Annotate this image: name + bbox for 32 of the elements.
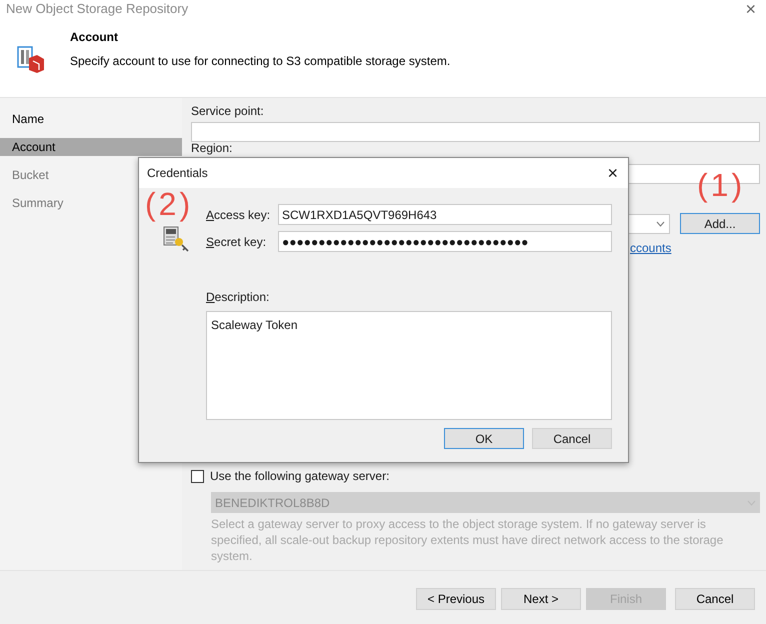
- annotation-label: (2): [145, 188, 194, 220]
- manage-accounts-link[interactable]: ccounts: [630, 241, 672, 255]
- page-description: Specify account to use for connecting to S3 compatible storage system.: [70, 53, 450, 70]
- key-card-icon: [163, 226, 189, 252]
- access-key-field[interactable]: SCW1RXD1A5QVT969H643: [278, 204, 612, 225]
- gateway-checkbox[interactable]: [191, 470, 204, 482]
- window-title: New Object Storage Repository: [6, 0, 188, 18]
- close-icon[interactable]: ×: [607, 164, 618, 182]
- storage-repository-icon: [17, 46, 45, 74]
- field-label: Description:: [206, 289, 270, 306]
- wizard-step[interactable]: Name: [0, 110, 182, 128]
- service-point-field[interactable]: [191, 122, 760, 142]
- dialog-button[interactable]: OK: [444, 428, 524, 449]
- description-field[interactable]: Scaleway Token: [206, 311, 612, 420]
- field-label: Region:: [191, 142, 234, 155]
- dialog-button[interactable]: Cancel: [532, 428, 612, 449]
- page-title: Account: [70, 29, 119, 46]
- dialog-title: Credentials: [147, 165, 208, 182]
- checkbox-label: Use the following gateway server:: [210, 468, 390, 485]
- annotation-label: (1): [697, 169, 746, 201]
- wizard-step[interactable]: Account: [0, 138, 182, 156]
- field-label: Secret key:: [206, 234, 268, 250]
- gateway-hint: Select a gateway server to proxy access to the object storage system. If no gateway server is specified, all scale-out backup repository extents must have direct network access to the storage system.: [211, 516, 724, 564]
- add-button[interactable]: Add...: [680, 213, 760, 234]
- field-label: Service point:: [191, 104, 265, 118]
- wizard-button[interactable]: < Previous: [416, 588, 496, 610]
- secret-key-field[interactable]: ●●●●●●●●●●●●●●●●●●●●●●●●●●●●●●●●●●: [278, 231, 612, 252]
- field-label: Access key:: [206, 206, 272, 224]
- wizard-button[interactable]: Cancel: [675, 588, 755, 610]
- chevron-down-icon: [656, 220, 665, 226]
- wizard-button[interactable]: Next >: [501, 588, 581, 610]
- close-icon[interactable]: ×: [745, 0, 756, 18]
